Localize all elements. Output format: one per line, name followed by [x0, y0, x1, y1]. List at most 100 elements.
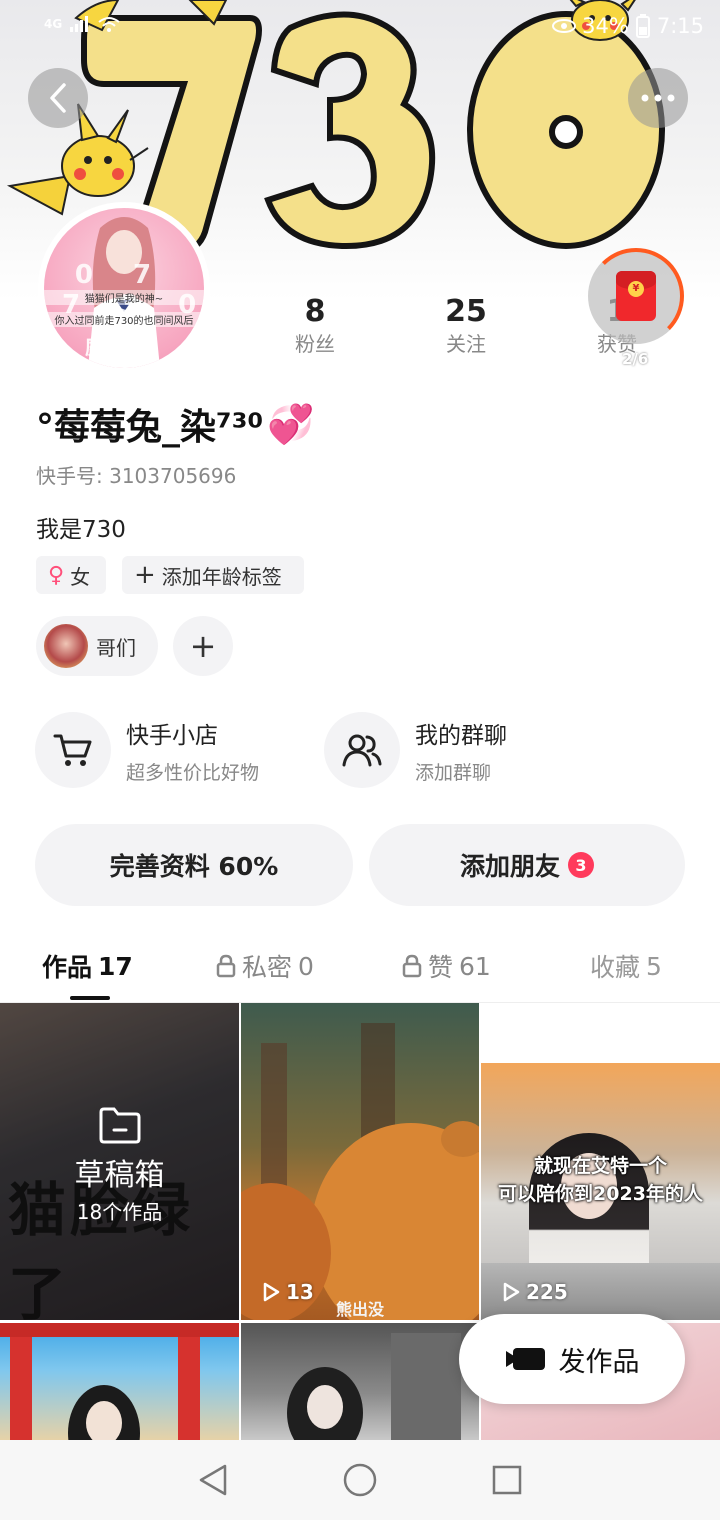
shop-button[interactable] — [35, 712, 111, 788]
circle-home-icon — [343, 1463, 377, 1497]
tab-private[interactable]: 私密 0 — [216, 946, 314, 986]
play-icon — [503, 1282, 520, 1302]
group-chip-label: 哥们 — [96, 635, 136, 660]
red-packet-button[interactable]: ¥ — [588, 248, 684, 344]
tab-works-label: 作品 — [42, 953, 93, 982]
age-tag-label: 添加年龄标签 — [161, 564, 282, 589]
plus-icon: + — [134, 560, 156, 590]
status-signal: 4G — [44, 16, 120, 32]
system-nav-bar — [0, 1440, 720, 1520]
status-bar: 4G 34% 7:15 — [0, 0, 720, 58]
gender-label: 女 — [70, 564, 91, 589]
more-button[interactable] — [628, 68, 688, 128]
add-friend-button[interactable]: 添加朋友 3 — [369, 824, 685, 906]
tab-private-label: 私密 — [242, 953, 293, 982]
battery-percent: 34% — [582, 14, 629, 38]
avatar-frame[interactable]: 07 730 猫猫们是我的神~ 你入过同前走730的也同间风后 庭丽婷 — [38, 202, 210, 374]
username-text: °莓莓兔_染⁷³⁰ — [36, 407, 264, 448]
eye-icon — [552, 19, 577, 33]
chip-avatar — [44, 624, 88, 668]
shop-title[interactable]: 快手小店 — [126, 716, 218, 750]
play-count-value: 13 — [286, 1280, 314, 1304]
clock: 7:15 — [656, 14, 704, 38]
avatar[interactable]: 07 730 猫猫们是我的神~ 你入过同前走730的也同间风后 庭丽婷 — [44, 208, 204, 368]
video-tile[interactable]: 就现在艾特一个 可以陪你到2023年的人 — [481, 1003, 720, 1320]
stat-fans-label: 粉丝 — [295, 332, 335, 356]
group-chat-title[interactable]: 我的群聊 — [415, 716, 507, 750]
status-right: 34% 7:15 — [552, 14, 704, 38]
video-caption-2: 可以陪你到2023年的人 — [498, 1183, 703, 1205]
bio: 我是730 — [36, 517, 126, 543]
add-chip-button[interactable]: + — [173, 616, 233, 676]
stat-following-label: 关注 — [446, 332, 486, 356]
group-chat-button[interactable] — [324, 712, 400, 788]
red-packet-icon: ¥ — [616, 271, 656, 321]
tab-liked-label: 赞 — [428, 953, 454, 982]
active-tab-indicator — [70, 996, 110, 1000]
coin-icon: ¥ — [628, 281, 644, 297]
play-count-2: 13 — [262, 1280, 314, 1304]
triangle-back-icon — [200, 1464, 227, 1496]
video-tile[interactable] — [241, 1323, 479, 1440]
signal-icon — [70, 16, 89, 32]
video-watermark: 熊出没 — [336, 1300, 385, 1319]
add-age-tag-button[interactable]: + 添加年龄标签 — [122, 556, 304, 594]
add-friend-badge: 3 — [568, 852, 594, 878]
female-icon: ♀ — [48, 562, 65, 588]
complete-profile-button[interactable]: 完善资料 60% — [35, 824, 353, 906]
tab-works[interactable]: 作品 17 — [42, 946, 133, 986]
chevron-left-icon — [50, 83, 66, 113]
group-chat-subtitle: 添加群聊 — [415, 762, 492, 784]
publish-label: 发作品 — [558, 1346, 640, 1378]
cart-icon — [53, 734, 92, 766]
video-camera-icon — [505, 1348, 545, 1370]
complete-profile-label: 完善资料 60% — [109, 852, 279, 881]
people-icon — [342, 734, 382, 767]
nav-recents-button[interactable] — [487, 1460, 527, 1500]
draft-box-count: 18个作品 — [76, 1200, 163, 1224]
tab-works-count: 17 — [98, 951, 133, 981]
user-id[interactable]: 快手号: 3103705696 — [36, 460, 236, 489]
video-thumbnail — [287, 1333, 461, 1440]
publish-button[interactable]: 发作品 — [459, 1314, 685, 1404]
tab-favorites[interactable]: 收藏 5 — [590, 946, 662, 986]
tab-favorites-label: 收藏 — [590, 953, 641, 982]
nav-home-button[interactable] — [340, 1460, 380, 1500]
play-icon — [263, 1282, 280, 1302]
back-button[interactable] — [28, 68, 88, 128]
tab-favorites-count: 5 — [646, 951, 662, 981]
stat-fans[interactable]: 8 粉丝 — [260, 295, 370, 359]
video-thumbnail — [0, 1323, 239, 1440]
avatar-signature: 庭丽婷 — [85, 335, 163, 359]
group-chip[interactable]: 哥们 — [36, 616, 158, 676]
username: °莓莓兔_染⁷³⁰ 💞 — [36, 398, 315, 450]
stat-following[interactable]: 25 关注 — [411, 295, 521, 359]
avatar-caption-2: 你入过同前走730的也同间风后 — [44, 312, 204, 327]
add-friend-label: 添加朋友 — [459, 852, 560, 881]
play-count-value: 225 — [526, 1280, 568, 1304]
wifi-icon — [98, 17, 120, 32]
video-thumbnail — [241, 1023, 479, 1320]
video-caption-1: 就现在艾特一个 — [533, 1155, 667, 1177]
video-tile[interactable] — [0, 1323, 239, 1440]
plus-icon: + — [189, 627, 217, 665]
avatar-caption-1: 猫猫们是我的神~ — [44, 290, 204, 305]
tab-liked-count: 61 — [459, 951, 491, 981]
play-count-3: 225 — [502, 1280, 568, 1304]
battery-icon — [635, 14, 650, 38]
lock-icon — [402, 954, 422, 978]
nav-back-button[interactable] — [193, 1460, 233, 1500]
hearts-icon: 💞 — [267, 401, 315, 446]
shop-subtitle: 超多性价比好物 — [126, 762, 260, 784]
video-tile[interactable] — [241, 1003, 479, 1320]
gender-tag[interactable]: ♀ 女 — [36, 556, 106, 594]
folder-icon — [99, 1107, 141, 1144]
stat-following-value: 25 — [445, 294, 487, 329]
red-packet-counter: 2/6 — [622, 350, 649, 368]
square-recents-icon — [492, 1465, 521, 1495]
network-type: 4G — [44, 17, 63, 31]
tab-liked[interactable]: 赞 61 — [402, 946, 491, 986]
draft-box-label: 草稿箱 — [74, 1158, 165, 1193]
lock-icon — [216, 954, 236, 978]
more-dots-icon — [641, 94, 675, 102]
